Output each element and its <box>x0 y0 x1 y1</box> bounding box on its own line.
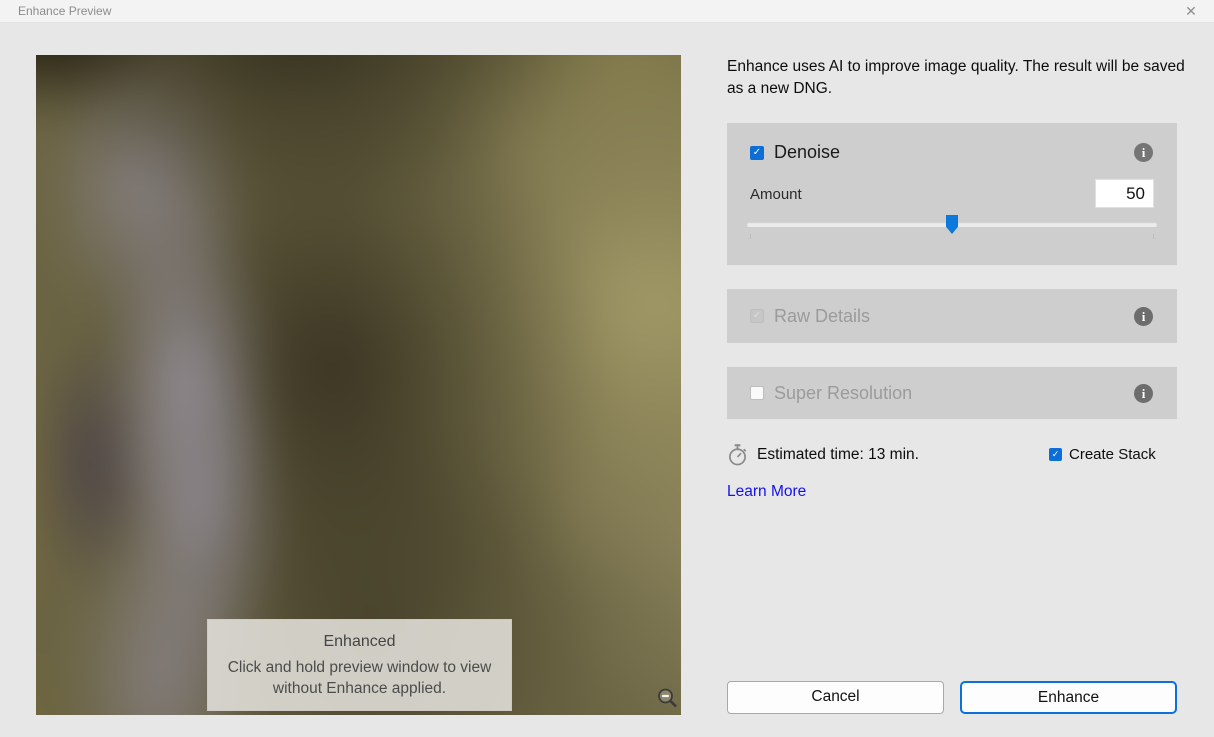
raw-details-label: Raw Details <box>774 306 1134 327</box>
close-icon: ✕ <box>1185 3 1197 20</box>
create-stack-checkbox[interactable]: ✓ <box>1049 448 1062 461</box>
check-icon: ✓ <box>1052 450 1060 459</box>
estimated-time-text: Estimated time: 13 min. <box>757 446 919 464</box>
enhance-button[interactable]: Enhance <box>960 681 1177 714</box>
dialog-description: Enhance uses AI to improve image quality… <box>727 56 1189 100</box>
raw-details-panel: ✓ Raw Details i <box>727 289 1177 343</box>
window-title: Enhance Preview <box>18 4 111 18</box>
zoom-out-icon <box>656 687 680 711</box>
amount-slider[interactable] <box>747 222 1157 226</box>
preview-overlay-tooltip: Enhanced Click and hold preview window t… <box>207 619 512 711</box>
preview-image[interactable]: Enhanced Click and hold preview window t… <box>36 55 681 715</box>
amount-label: Amount <box>750 186 802 203</box>
denoise-header-row: ✓ Denoise i <box>750 142 1153 163</box>
super-resolution-checkbox[interactable] <box>750 386 764 400</box>
super-resolution-panel: Super Resolution i <box>727 367 1177 419</box>
slider-tick-min <box>750 234 751 239</box>
denoise-checkbox[interactable]: ✓ <box>750 146 764 160</box>
check-icon: ✓ <box>753 311 761 321</box>
title-bar: Enhance Preview ✕ <box>0 0 1214 23</box>
super-resolution-info-button[interactable]: i <box>1134 384 1153 403</box>
stopwatch-icon <box>727 443 748 467</box>
slider-tick-max <box>1153 234 1154 239</box>
close-button[interactable]: ✕ <box>1176 0 1206 23</box>
cancel-button[interactable]: Cancel <box>727 681 944 714</box>
zoom-out-button[interactable] <box>656 687 680 711</box>
info-icon: i <box>1142 386 1146 401</box>
info-icon: i <box>1142 145 1146 160</box>
enhance-preview-dialog: Enhance Preview ✕ Enhanced Click and hol… <box>0 0 1214 737</box>
overlay-title: Enhanced <box>208 633 511 651</box>
raw-details-checkbox: ✓ <box>750 309 764 323</box>
learn-more-link[interactable]: Learn More <box>727 483 806 501</box>
raw-details-info-button[interactable]: i <box>1134 307 1153 326</box>
estimated-time-row: Estimated time: 13 min. <box>727 443 919 467</box>
preview-photo-blur <box>36 55 681 715</box>
denoise-label: Denoise <box>774 142 1134 163</box>
super-resolution-label: Super Resolution <box>774 383 1134 404</box>
denoise-info-button[interactable]: i <box>1134 143 1153 162</box>
amount-input[interactable] <box>1095 179 1154 208</box>
check-icon: ✓ <box>753 148 761 158</box>
create-stack-label: Create Stack <box>1069 446 1156 463</box>
create-stack-row: ✓ Create Stack <box>1049 446 1156 463</box>
info-icon: i <box>1142 309 1146 324</box>
overlay-body: Click and hold preview window to view wi… <box>217 657 503 699</box>
